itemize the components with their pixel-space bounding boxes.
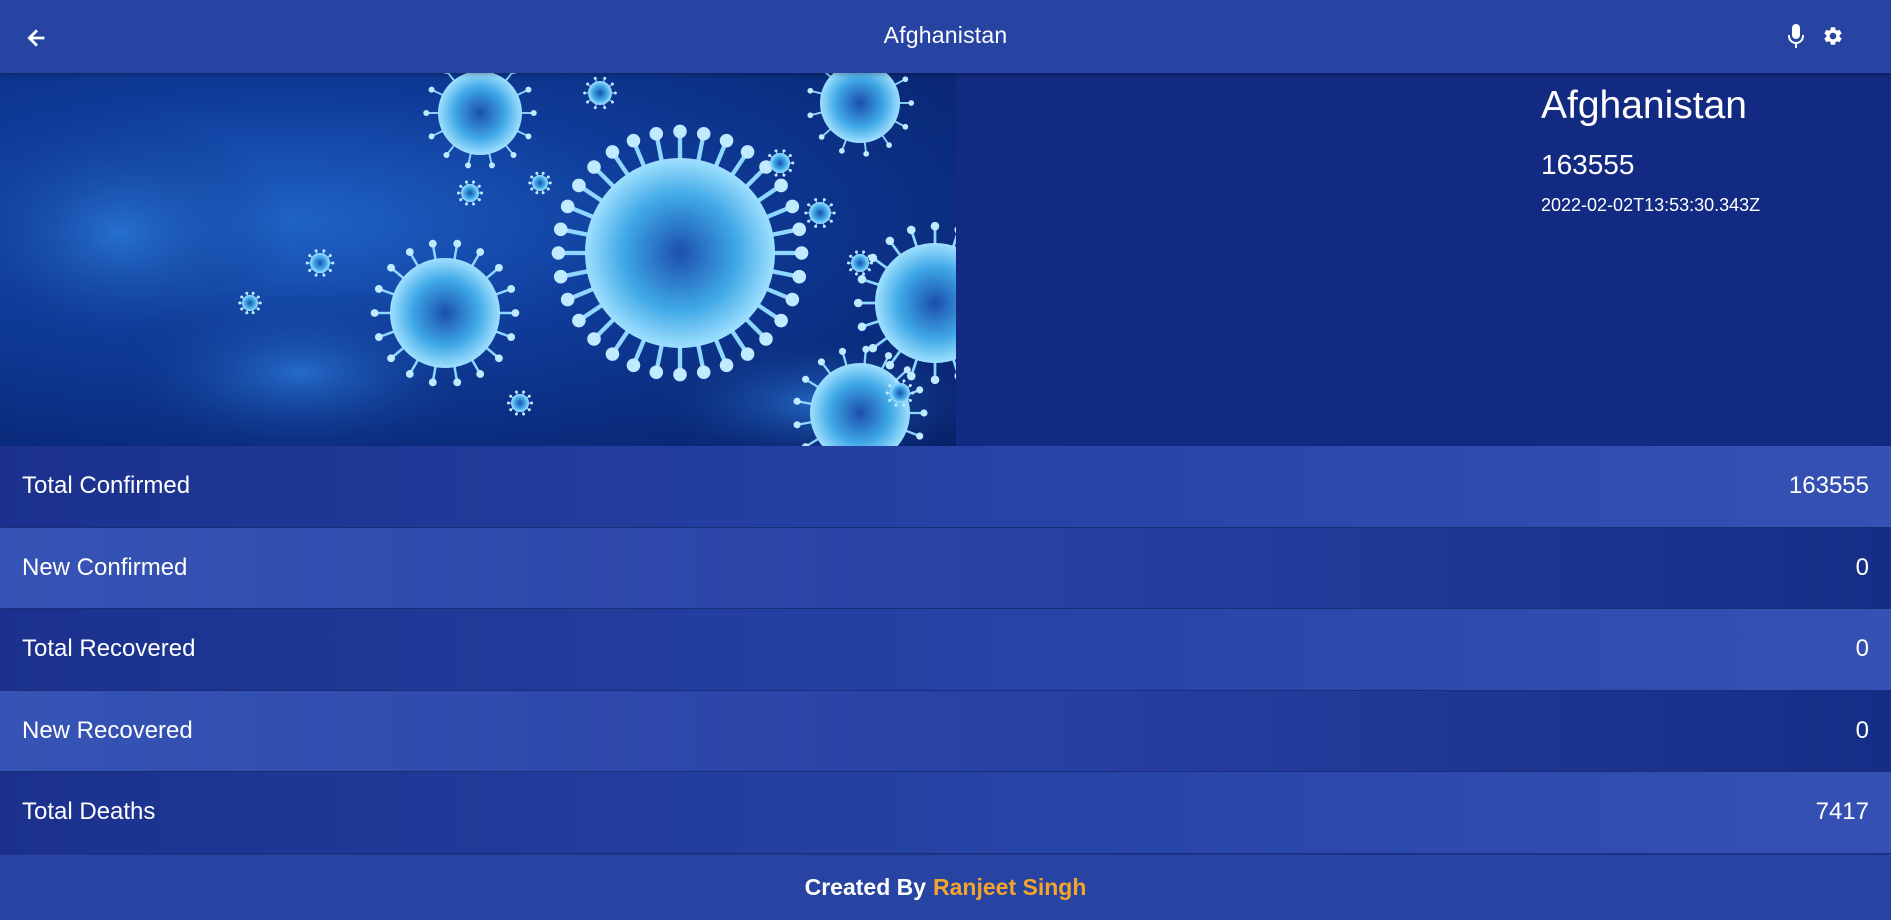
stat-value: 7417 [1815,798,1869,826]
stat-row-total-recovered[interactable]: Total Recovered 0 [0,609,1891,691]
stat-row-total-deaths[interactable]: Total Deaths 7417 [0,772,1891,854]
stat-value: 0 [1855,635,1869,663]
stat-label: Total Recovered [22,635,196,663]
coronavirus-illustration [0,73,956,446]
gear-icon [1824,27,1842,45]
country-total-count: 163555 [1541,148,1635,180]
stat-row-new-recovered[interactable]: New Recovered 0 [0,690,1891,772]
microphone-icon [1788,24,1804,48]
microphone-button[interactable] [1782,20,1810,52]
stat-value: 0 [1855,716,1869,744]
footer-credit-prefix: Created By [804,874,927,900]
stats-list: Total Confirmed 163555 New Confirmed 0 T… [0,446,1891,854]
virus-particle [765,149,795,177]
footer-author-name: Ranjeet Singh [933,874,1087,900]
virus-particle [807,73,915,157]
app-root: Afghanistan Afghanistan 163555 2022-02-0… [0,0,1891,920]
virus-particle [846,250,874,276]
virus-particle [423,73,537,169]
footer: Created By Ranjeet Singh [0,855,1891,920]
stat-label: Total Confirmed [22,472,191,500]
stat-label: New Recovered [22,716,193,744]
page-title: Afghanistan [883,22,1008,48]
stat-value: 163555 [1788,472,1869,500]
virus-particle [456,180,484,206]
virus-particle [305,249,335,277]
stat-row-new-confirmed[interactable]: New Confirmed 0 [0,527,1891,609]
stat-label: New Confirmed [22,553,188,581]
settings-button[interactable] [1818,21,1848,51]
hero-section: Afghanistan 163555 2022-02-02T13:53:30.3… [0,73,1891,446]
virus-particle [583,76,617,110]
stat-row-total-confirmed[interactable]: Total Confirmed 163555 [0,446,1891,528]
virus-particle [528,171,552,195]
virus-particle [804,198,836,228]
coronavirus-image [0,73,956,446]
top-app-bar: Afghanistan [0,0,1891,73]
last-updated-timestamp: 2022-02-02T13:53:30.343Z [1541,195,1761,216]
country-name: Afghanistan [1541,84,1747,127]
country-summary: Afghanistan 163555 2022-02-02T13:53:30.3… [1541,83,1760,217]
virus-particle [506,390,534,416]
stat-value: 0 [1855,553,1869,581]
stat-label: Total Deaths [22,798,156,826]
